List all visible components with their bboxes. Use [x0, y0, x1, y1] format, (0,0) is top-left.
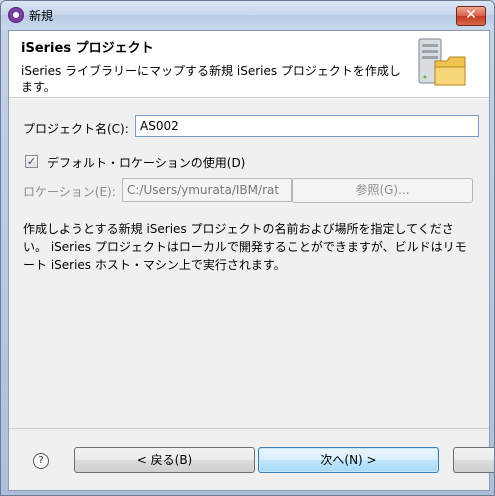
footer-separator	[9, 428, 489, 429]
wizard-window: 新規 ✕ iSeries プロジェクト iSeries ライブラリーにマップする…	[0, 0, 495, 496]
back-button[interactable]: < 戻る(B)	[74, 447, 255, 473]
dialog-body: iSeries プロジェクト iSeries ライブラリーにマップする新規 iS…	[8, 30, 494, 491]
use-default-location-checkbox[interactable]: ✓	[25, 155, 38, 168]
next-button[interactable]: 次へ(N) >	[258, 447, 439, 473]
project-name-label: プロジェクト名(C):	[23, 122, 129, 136]
eclipse-app-icon	[8, 7, 24, 23]
server-folder-icon	[418, 38, 466, 86]
description-text: 作成しようとする新規 iSeries プロジェクトの名前および場所を指定してくだ…	[23, 222, 467, 272]
wizard-header: iSeries プロジェクト iSeries ライブラリーにマップする新規 iS…	[9, 31, 489, 98]
project-name-input[interactable]: AS002	[135, 115, 479, 137]
browse-button[interactable]: 参照(G)...	[292, 178, 473, 203]
header-title: iSeries プロジェクト	[21, 41, 154, 56]
finish-button[interactable]	[453, 447, 494, 473]
location-label: ロケーション(E):	[23, 185, 116, 199]
help-icon[interactable]: ?	[33, 453, 49, 469]
title-bar[interactable]: 新規 ✕	[1, 1, 494, 29]
window-title: 新規	[29, 9, 54, 23]
location-input[interactable]: C:/Users/ymurata/IBM/rat	[122, 178, 292, 202]
header-separator	[9, 98, 489, 99]
use-default-location-label[interactable]: デフォルト・ロケーションの使用(D)	[47, 154, 245, 171]
header-description: iSeries ライブラリーにマップする新規 iSeries プロジェクトを作成…	[21, 64, 401, 94]
close-button[interactable]: ✕	[456, 6, 486, 26]
